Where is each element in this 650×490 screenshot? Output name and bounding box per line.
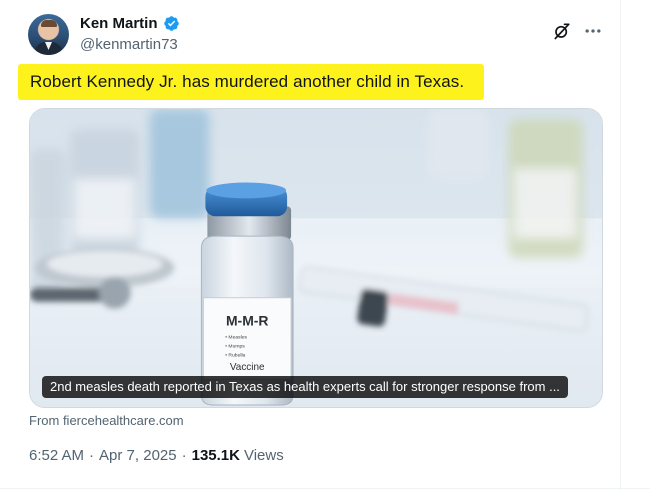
- vial-line-3: • Rubella: [225, 352, 245, 358]
- views-label: Views: [243, 447, 284, 464]
- column-divider: [620, 0, 621, 490]
- avatar[interactable]: [28, 14, 69, 55]
- avatar-hair: [41, 20, 57, 27]
- card-image: M-M-R • Measles • Mumps • Rubella Vaccin…: [30, 109, 602, 407]
- tweet: Ken Martin @kenmartin73 Robert Kennedy J…: [0, 0, 650, 490]
- author-display-name[interactable]: Ken Martin: [80, 15, 158, 32]
- tweet-text: Robert Kennedy Jr. has murdered another …: [30, 72, 465, 91]
- verified-badge-icon[interactable]: [163, 15, 180, 32]
- tweet-bottom-divider: [0, 488, 650, 489]
- author-name-row: Ken Martin: [80, 15, 180, 32]
- author-handle[interactable]: @kenmartin73: [80, 36, 178, 53]
- vial-footer: Vaccine: [230, 362, 265, 373]
- link-card[interactable]: M-M-R • Measles • Mumps • Rubella Vaccin…: [29, 108, 603, 408]
- vial-line-1: • Measles: [225, 334, 247, 340]
- separator-dot: ·: [89, 447, 95, 464]
- vial-illustration: M-M-R • Measles • Mumps • Rubella Vaccin…: [200, 182, 294, 406]
- grok-slash-icon[interactable]: [551, 20, 573, 42]
- vial-title: M-M-R: [226, 313, 269, 329]
- card-caption[interactable]: 2nd measles death reported in Texas as h…: [42, 376, 568, 398]
- tweet-date[interactable]: Apr 7, 2025: [99, 447, 177, 464]
- card-source[interactable]: From fiercehealthcare.com: [29, 413, 184, 428]
- separator-dot: ·: [181, 447, 187, 464]
- views-count: 135.1K: [191, 447, 240, 464]
- vial-line-2: • Mumps: [225, 343, 245, 349]
- more-horizontal-icon[interactable]: [582, 20, 604, 42]
- tweet-meta: 6:52 AM · Apr 7, 2025 · 135.1K Views: [29, 447, 284, 464]
- tweet-time[interactable]: 6:52 AM: [29, 447, 84, 464]
